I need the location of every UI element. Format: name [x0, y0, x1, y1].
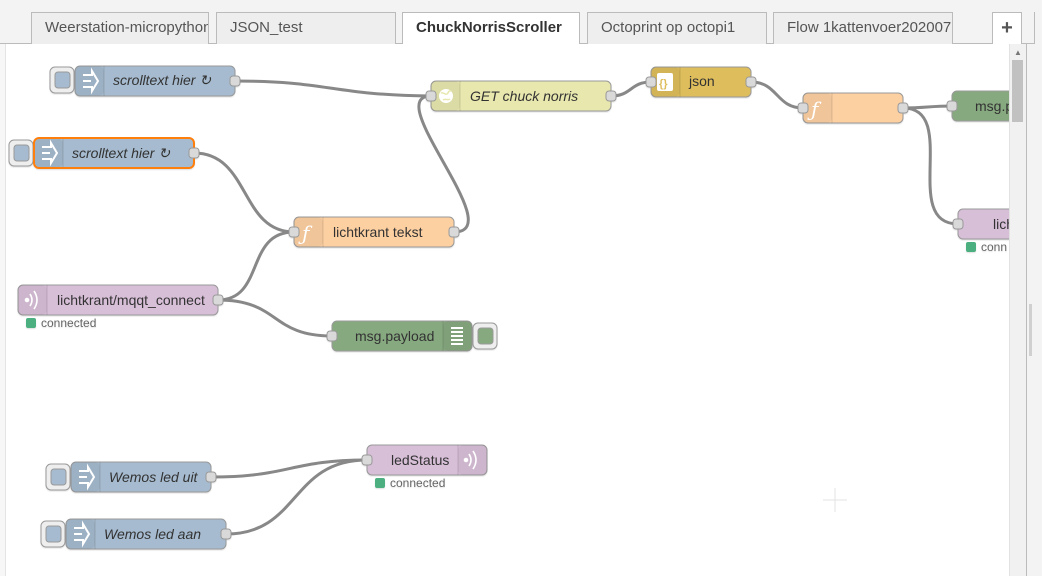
wire-json-to-func[interactable]: [750, 80, 804, 110]
output-port[interactable]: [745, 76, 757, 88]
scroll-up-icon[interactable]: ▲: [1010, 46, 1026, 60]
debug-toggle-button[interactable]: [477, 327, 494, 345]
node-label: msg.payload: [355, 328, 434, 344]
globe-icon: [439, 89, 453, 103]
status-text: connected: [390, 476, 445, 490]
wire-scroll1-to-http[interactable]: [234, 79, 432, 98]
input-port[interactable]: [952, 218, 964, 230]
inject-trigger-button[interactable]: [45, 525, 62, 543]
inject-node-wemos-led-uit[interactable]: Wemos led uit: [45, 461, 217, 493]
wire-mqttin-to-debug[interactable]: [217, 298, 333, 338]
node-label: GET chuck norris: [470, 88, 578, 104]
json-icon: {}: [657, 73, 673, 91]
wire-scroll2-to-lichtkrant[interactable]: [193, 151, 295, 234]
inject-trigger-button[interactable]: [54, 71, 71, 89]
node-label: lichtkrant/mqqt_connect: [57, 292, 205, 308]
node-label: lichtkrant tekst: [333, 224, 423, 240]
input-port[interactable]: [288, 226, 300, 238]
input-port[interactable]: [425, 90, 437, 102]
node-label: Wemos led aan: [104, 526, 201, 542]
mqtt-out-node-ledstatus[interactable]: ledStatus connected: [361, 444, 488, 490]
flow-workspace[interactable]: scrolltext hier ↻ scrolltext hier ↻ GET …: [0, 44, 1042, 576]
tab-weerstation-micropython[interactable]: Weerstation-micropython: [31, 12, 209, 44]
node-label: msg.p: [975, 98, 1013, 114]
workspace-vertical-scrollbar[interactable]: ▲: [1009, 44, 1026, 576]
output-port[interactable]: [897, 102, 909, 114]
inject-node-wemos-led-aan[interactable]: Wemos led aan: [40, 518, 232, 550]
sidebar-edge: [1026, 44, 1042, 576]
mqtt-in-node-lichtkrant[interactable]: lichtkrant/mqqt_connect connected: [17, 284, 224, 330]
tab-chucknorrisscroller[interactable]: ChuckNorrisScroller: [402, 12, 580, 45]
svg-text:{}: {}: [659, 78, 668, 90]
wire-http-to-json[interactable]: [610, 80, 652, 98]
tab-json-test[interactable]: JSON_test: [216, 12, 396, 44]
node-label: scrolltext hier ↻: [72, 145, 170, 161]
input-port[interactable]: [645, 76, 657, 88]
output-port[interactable]: [188, 147, 200, 159]
wire-mqttin-to-lichtkrant[interactable]: [217, 230, 295, 302]
node-label: ledStatus: [391, 452, 449, 468]
wires: [193, 79, 959, 536]
wire-func-to-mqtt-right[interactable]: [902, 106, 959, 226]
inject-trigger-button[interactable]: [13, 144, 30, 162]
status-dot: [375, 478, 385, 488]
status-text: conn: [981, 240, 1007, 254]
output-port[interactable]: [229, 75, 241, 87]
status-dot: [26, 318, 36, 328]
inject-node-scrolltext-1[interactable]: scrolltext hier ↻: [49, 65, 241, 97]
function-node-right[interactable]: ƒ: [797, 92, 909, 124]
node-label: json: [688, 73, 715, 89]
output-port[interactable]: [220, 528, 232, 540]
scrollbar-thumb[interactable]: [1012, 60, 1023, 122]
function-node-lichtkrant-tekst[interactable]: ƒ lichtkrant tekst: [288, 216, 460, 248]
tab-octoprint-op-octopi1[interactable]: Octoprint op octopi1: [587, 12, 767, 44]
input-port[interactable]: [326, 330, 338, 342]
input-port[interactable]: [946, 100, 958, 112]
sidebar-resize-handle[interactable]: [1029, 304, 1032, 356]
input-port[interactable]: [797, 102, 809, 114]
output-port[interactable]: [205, 471, 217, 483]
output-port[interactable]: [212, 294, 224, 306]
wire-lichtkrant-to-http[interactable]: [417, 94, 470, 234]
node-label: Wemos led uit: [109, 469, 199, 485]
status-text: connected: [41, 316, 96, 330]
output-port[interactable]: [448, 226, 460, 238]
debug-node-msg-payload[interactable]: msg.payload: [326, 320, 498, 352]
workspace-tab-bar: Weerstation-micropython JSON_test ChuckN…: [0, 0, 1042, 45]
http-request-node-get-chuck-norris[interactable]: GET chuck norris: [425, 80, 617, 112]
add-flow-tab-button[interactable]: +: [992, 12, 1022, 44]
status-dot: [966, 242, 976, 252]
tab-flow-1kattenvoer[interactable]: Flow 1kattenvoer20200728: [773, 12, 953, 44]
output-port[interactable]: [605, 90, 617, 102]
json-node[interactable]: {} json: [645, 66, 757, 98]
input-port[interactable]: [361, 454, 373, 466]
tab-bar-scroll-edge: [1034, 12, 1042, 44]
inject-node-scrolltext-2[interactable]: scrolltext hier ↻: [8, 137, 200, 169]
canvas-cursor-crosshair: [823, 488, 847, 512]
node-label: scrolltext hier ↻: [113, 72, 211, 88]
inject-trigger-button[interactable]: [50, 468, 67, 486]
wire-ledaan-to-ledstatus[interactable]: [225, 458, 368, 536]
palette-edge: [0, 44, 6, 576]
